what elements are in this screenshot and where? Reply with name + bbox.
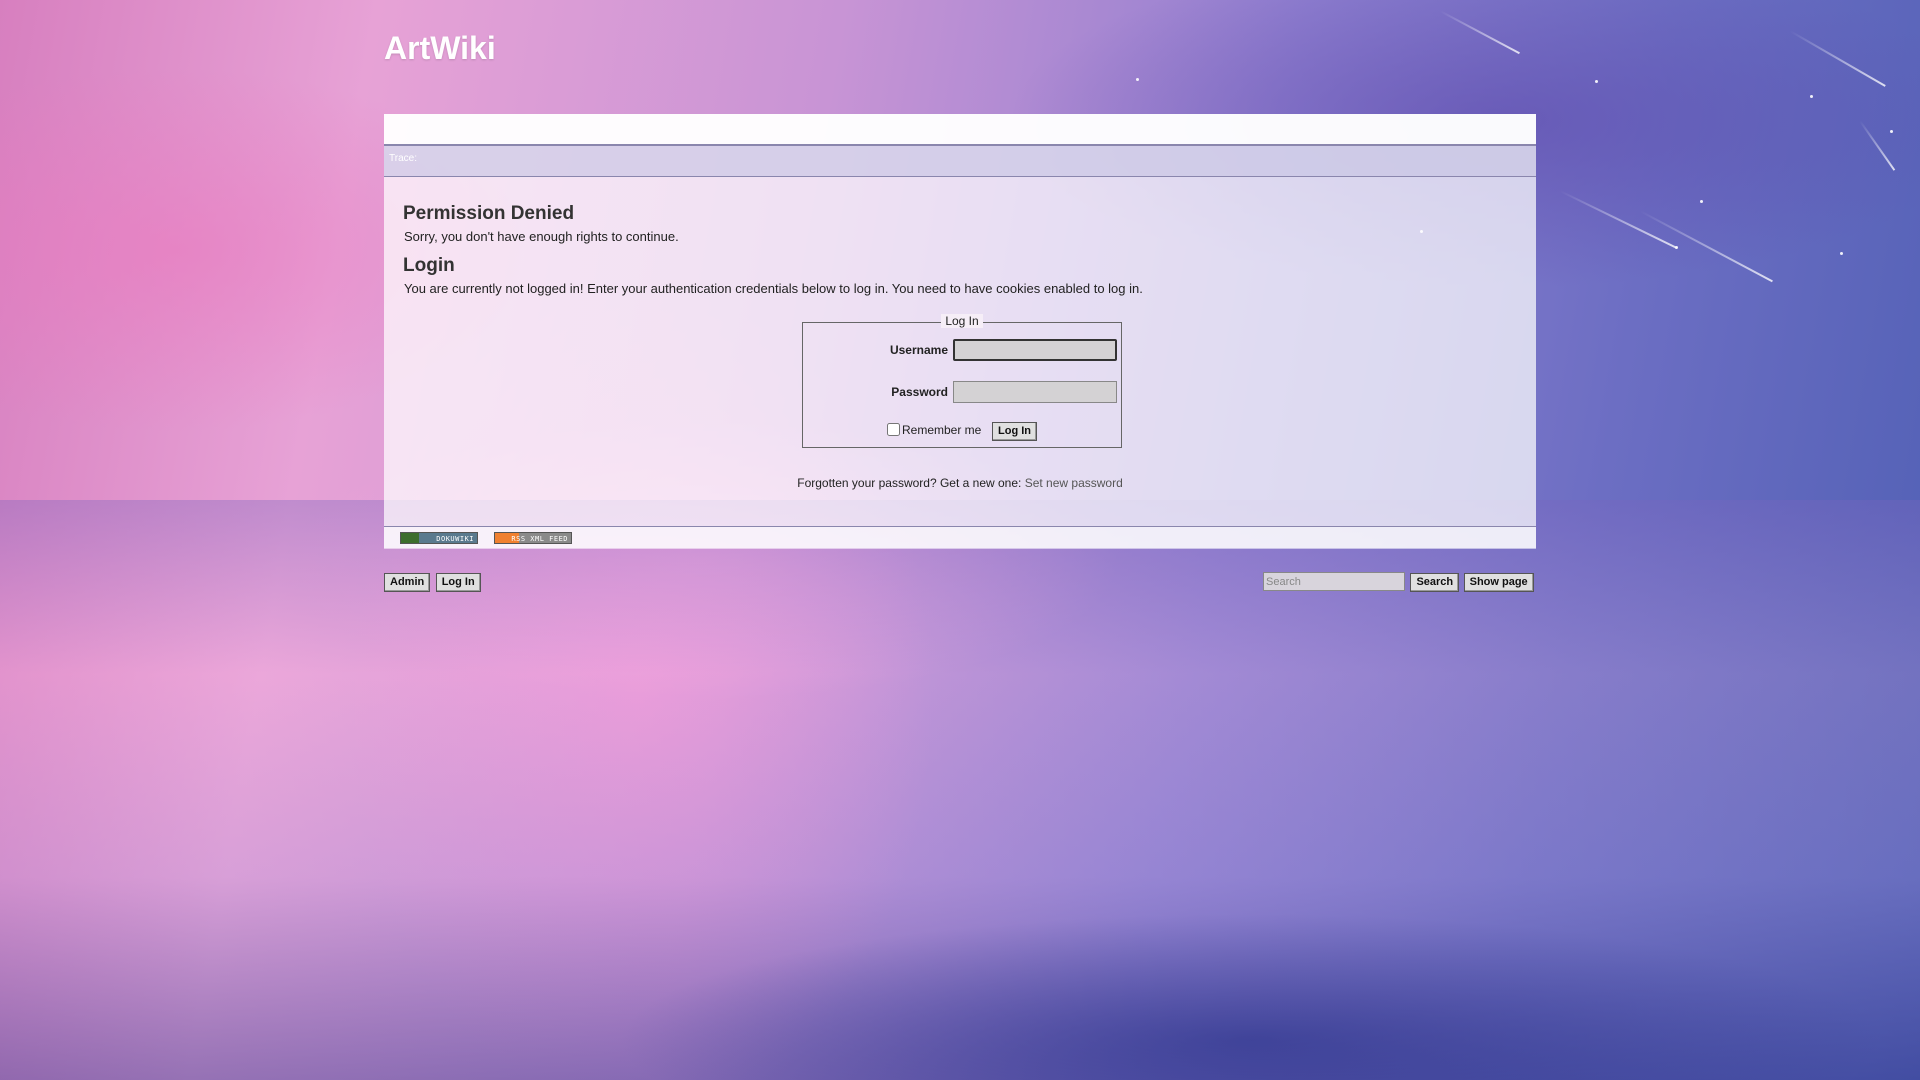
search-button[interactable]: Search bbox=[1410, 573, 1460, 592]
password-label: Password bbox=[891, 385, 948, 399]
star-decoration bbox=[1136, 78, 1139, 81]
login-instructions: You are currently not logged in! Enter y… bbox=[404, 281, 1143, 296]
breadcrumb: Trace: bbox=[384, 146, 1536, 177]
permission-denied-text: Sorry, you don't have enough rights to c… bbox=[404, 229, 679, 244]
trace-label: Trace: bbox=[389, 153, 417, 164]
search-input[interactable] bbox=[1263, 572, 1405, 591]
show-page-button[interactable]: Show page bbox=[1463, 573, 1534, 592]
password-row: Password bbox=[803, 381, 1121, 405]
login-form-legend: Log In bbox=[941, 314, 983, 328]
remember-me-text: Remember me bbox=[902, 423, 982, 437]
star-decoration bbox=[1700, 200, 1703, 203]
shooting-star-decoration bbox=[1439, 10, 1520, 55]
bottom-login-button[interactable]: Log In bbox=[435, 573, 481, 592]
main-panel: Trace: Permission Denied Sorry, you don'… bbox=[384, 114, 1536, 549]
forgot-password-text: Forgotten your password? Get a new one: bbox=[797, 476, 1025, 490]
bottom-right-actions: Search Show page bbox=[1263, 572, 1534, 592]
bottom-left-actions: Admin Log In bbox=[384, 572, 482, 592]
username-label: Username bbox=[889, 343, 948, 357]
username-input[interactable] bbox=[953, 339, 1117, 361]
remember-me-checkbox[interactable] bbox=[887, 423, 900, 436]
shooting-star-decoration bbox=[1789, 30, 1886, 87]
forgot-password: Forgotten your password? Get a new one: … bbox=[384, 476, 1536, 490]
panel-header-bar bbox=[384, 114, 1536, 146]
panel-footer: DOKUWIKI RSS XML FEED bbox=[384, 526, 1536, 549]
login-heading: Login bbox=[403, 255, 455, 276]
shooting-star-decoration bbox=[1859, 120, 1896, 171]
permission-denied-heading: Permission Denied bbox=[403, 203, 575, 224]
set-new-password-link[interactable]: Set new password bbox=[1025, 476, 1123, 490]
username-row: Username bbox=[803, 339, 1121, 363]
login-form: Log In Username Password Remember me Log… bbox=[802, 314, 1122, 448]
background-horizon bbox=[0, 500, 1920, 1080]
star-decoration bbox=[1595, 80, 1598, 83]
remember-me-label[interactable]: Remember me bbox=[887, 423, 981, 437]
star-decoration bbox=[1840, 252, 1843, 255]
star-decoration bbox=[1890, 130, 1893, 133]
rss-feed-badge[interactable]: RSS XML FEED bbox=[494, 532, 572, 544]
dokuwiki-badge[interactable]: DOKUWIKI bbox=[400, 532, 478, 544]
admin-button[interactable]: Admin bbox=[384, 573, 431, 592]
site-title[interactable]: ArtWiki bbox=[384, 30, 496, 67]
star-decoration bbox=[1810, 95, 1813, 98]
login-submit-button[interactable]: Log In bbox=[992, 422, 1037, 441]
password-input[interactable] bbox=[953, 381, 1117, 403]
page-content: Permission Denied Sorry, you don't have … bbox=[384, 177, 1536, 296]
shooting-star-decoration bbox=[1639, 210, 1773, 283]
